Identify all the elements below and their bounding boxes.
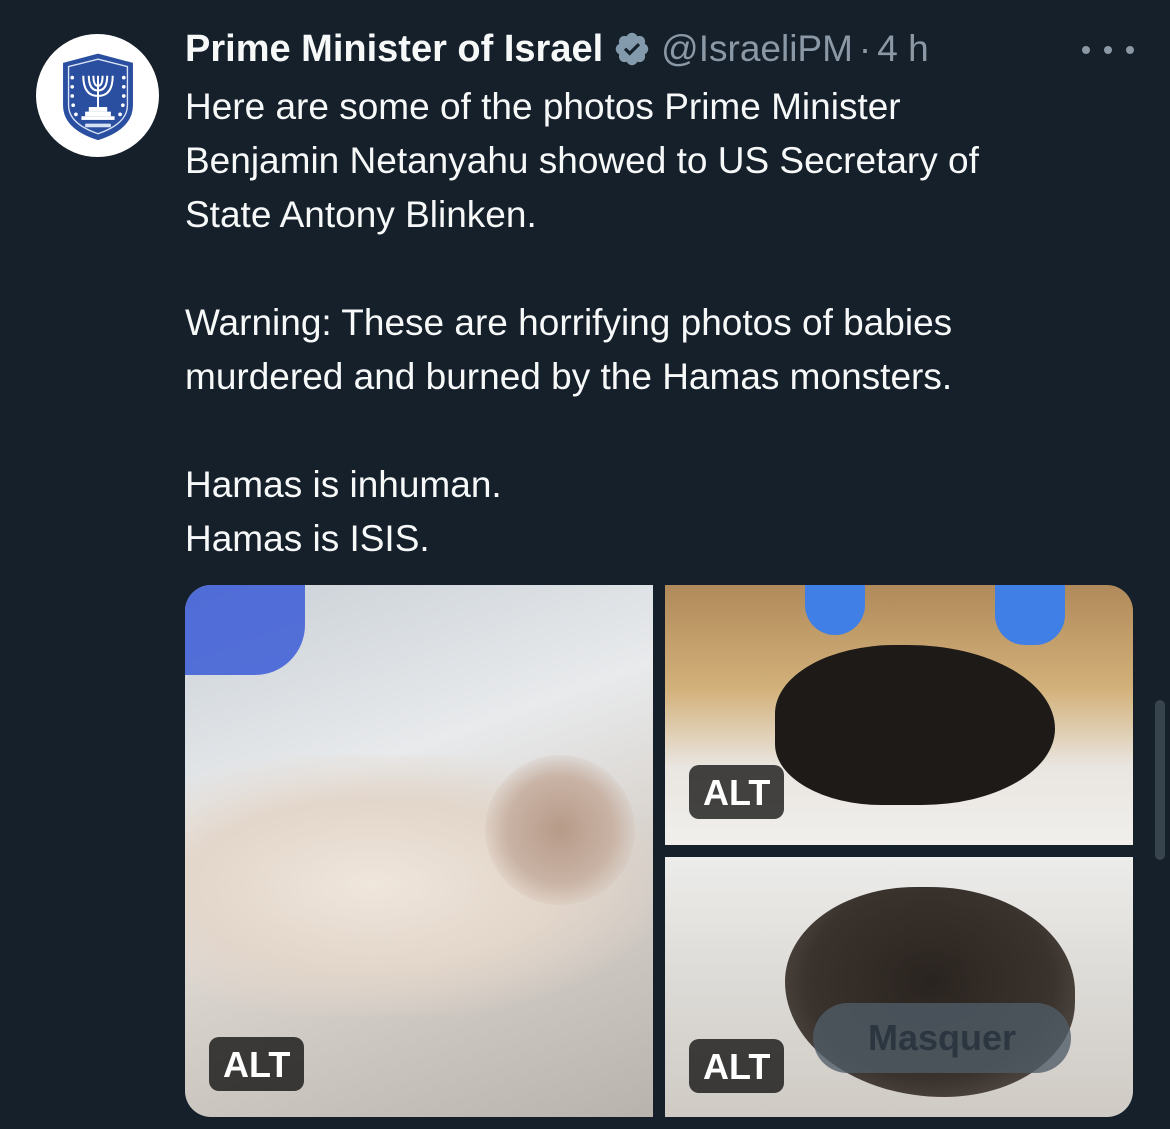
tweet-line: State Antony Blinken.	[185, 194, 537, 235]
more-options-icon[interactable]	[1082, 30, 1134, 70]
verified-badge-icon[interactable]	[613, 30, 651, 68]
state-emblem-menorah-icon	[62, 53, 133, 140]
media-photo-2[interactable]: ALT	[665, 585, 1133, 845]
alt-badge[interactable]: ALT	[209, 1037, 305, 1091]
tweet-header: Prime Minister of Israel @IsraeliPM · 4 …	[185, 22, 929, 76]
scrollbar[interactable]	[1155, 700, 1165, 860]
media-photo-1[interactable]: ALT	[185, 585, 653, 1117]
tweet-line: Benjamin Netanyahu showed to US Secretar…	[185, 140, 979, 181]
header-separator: ·	[858, 28, 872, 69]
tweet-text: Here are some of the photos Prime Minist…	[185, 80, 1135, 566]
author-handle[interactable]: @IsraeliPM	[661, 28, 853, 70]
media-grid: ALT ALT ALT Masquer	[185, 585, 1133, 1117]
tweet-line: Warning: These are horrifying photos of …	[185, 302, 953, 343]
tweet-line: Here are some of the photos Prime Minist…	[185, 86, 901, 127]
tweet-timestamp[interactable]: 4 h	[877, 28, 928, 70]
tweet-line: murdered and burned by the Hamas monster…	[185, 356, 953, 397]
tweet: Prime Minister of Israel @IsraeliPM · 4 …	[0, 0, 1170, 1129]
hide-media-button[interactable]: Masquer	[813, 1003, 1071, 1073]
alt-badge[interactable]: ALT	[689, 765, 785, 819]
tweet-line: Hamas is inhuman.	[185, 464, 502, 505]
author-display-name[interactable]: Prime Minister of Israel	[185, 28, 603, 71]
alt-badge[interactable]: ALT	[689, 1039, 785, 1093]
avatar[interactable]	[36, 34, 159, 157]
tweet-line: Hamas is ISIS.	[185, 518, 430, 559]
media-photo-3[interactable]: ALT	[665, 857, 1133, 1117]
